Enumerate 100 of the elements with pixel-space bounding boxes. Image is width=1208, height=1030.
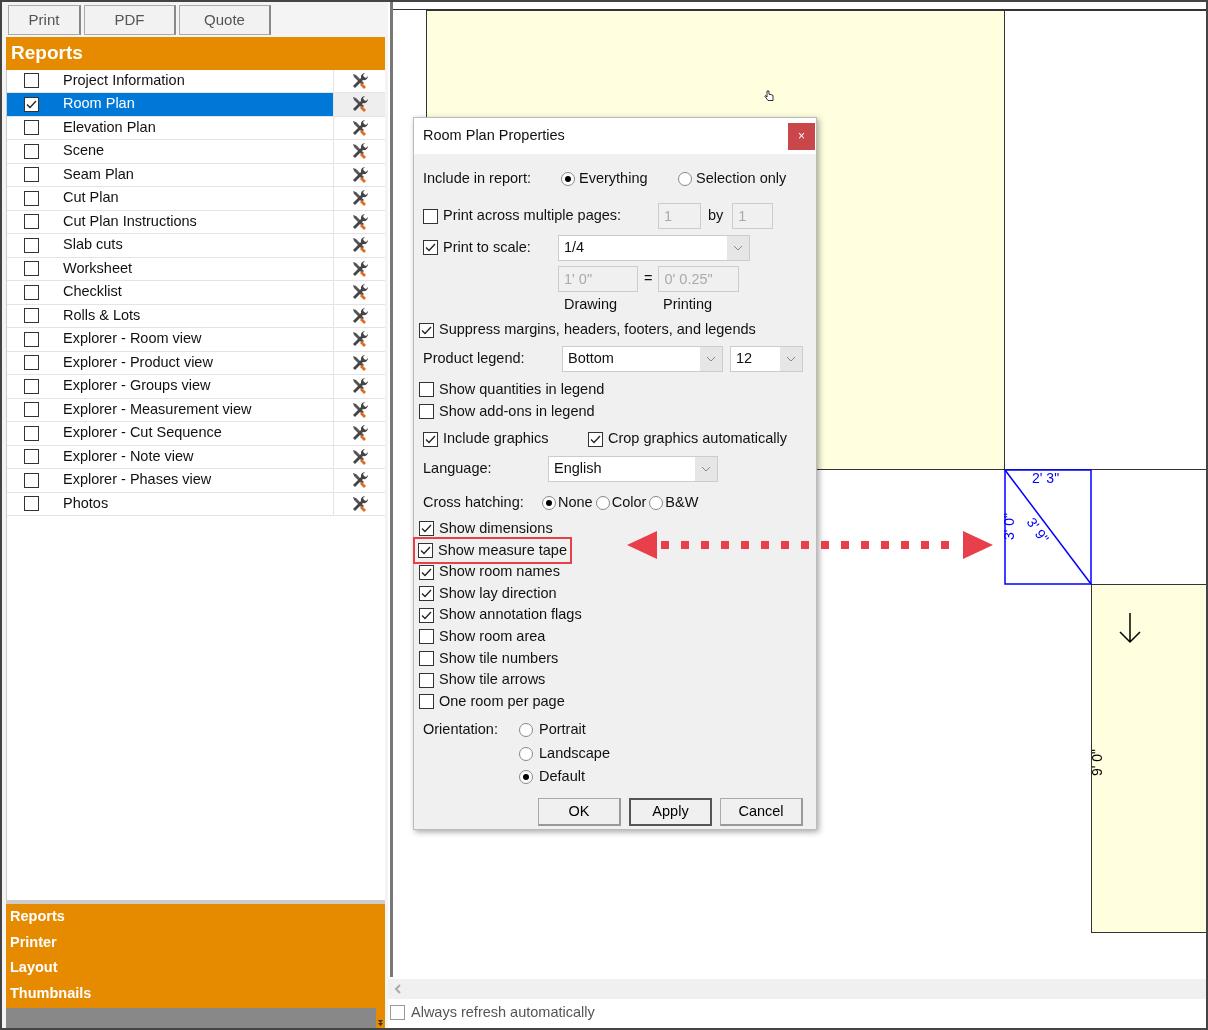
checkbox[interactable] xyxy=(23,284,39,300)
checkbox[interactable] xyxy=(419,651,434,667)
dimension-label: 3' 9" xyxy=(1022,513,1054,548)
checkbox-label: Show dimensions xyxy=(439,519,553,539)
language-dropdown[interactable]: English xyxy=(548,456,718,483)
report-item[interactable]: Worksheet xyxy=(55,257,333,280)
report-item[interactable]: Cut Plan Instructions xyxy=(55,210,333,233)
checkbox[interactable] xyxy=(23,167,39,183)
dimension-label: 2' 3" xyxy=(1032,469,1060,488)
toolbar-button[interactable]: PDF xyxy=(84,5,176,35)
report-item[interactable]: Cut Plan xyxy=(55,187,333,210)
checkbox[interactable] xyxy=(419,607,434,623)
checkbox[interactable] xyxy=(423,208,438,224)
radio-label: Default xyxy=(539,767,585,787)
report-item[interactable]: Photos xyxy=(55,492,333,515)
checkbox-label: Print to scale: xyxy=(443,237,531,257)
radio-button[interactable] xyxy=(595,496,610,511)
report-item[interactable]: Scene xyxy=(55,140,333,163)
checkbox[interactable] xyxy=(23,96,39,112)
checkbox-label: Show room area xyxy=(439,627,546,647)
checkbox[interactable] xyxy=(23,496,39,512)
checkbox[interactable] xyxy=(419,521,434,537)
dialog-button[interactable]: Apply xyxy=(629,798,712,827)
report-item[interactable]: Explorer - Groups view xyxy=(55,375,333,398)
checkbox[interactable] xyxy=(418,543,433,559)
checkbox[interactable] xyxy=(419,694,434,710)
checkbox[interactable] xyxy=(23,331,39,347)
checkbox[interactable] xyxy=(23,308,39,324)
dimension-label: 3' 0" xyxy=(1000,512,1019,541)
radio-label: Color xyxy=(611,493,647,513)
dialog-button[interactable]: OK xyxy=(538,798,621,827)
dialog-title: Room Plan Properties xyxy=(423,126,565,146)
checkbox-label: Print across multiple pages: xyxy=(443,206,622,226)
toolbar-button[interactable]: Quote xyxy=(179,5,271,35)
legend-position-dropdown[interactable]: Bottom xyxy=(562,346,723,372)
checkbox[interactable] xyxy=(23,143,39,159)
checkbox[interactable] xyxy=(23,472,39,488)
report-item[interactable]: Explorer - Cut Sequence xyxy=(55,422,333,445)
report-item[interactable]: Checklist xyxy=(55,281,333,304)
checkbox[interactable] xyxy=(423,240,438,255)
checkbox[interactable] xyxy=(419,629,434,645)
checkbox[interactable] xyxy=(23,425,39,441)
radio-button[interactable] xyxy=(519,770,533,785)
legend-size-dropdown[interactable]: 12 xyxy=(730,346,803,372)
report-item[interactable]: Explorer - Phases view xyxy=(55,469,333,492)
checkbox[interactable] xyxy=(423,431,438,447)
report-item[interactable]: Slab cuts xyxy=(55,234,333,257)
radio-label: Everything xyxy=(579,169,648,189)
checkbox[interactable] xyxy=(23,402,39,418)
checkbox-label: One room per page xyxy=(439,691,565,711)
report-item[interactable]: Explorer - Product view xyxy=(55,351,333,374)
horizontal-scrollbar[interactable] xyxy=(388,979,1206,999)
field-label: Language: xyxy=(423,459,493,479)
radio-button[interactable] xyxy=(678,172,692,186)
checkbox[interactable] xyxy=(23,449,39,465)
checkbox[interactable] xyxy=(23,237,39,253)
checkbox[interactable] xyxy=(23,73,39,89)
dialog-button[interactable]: Cancel xyxy=(720,798,803,827)
checkbox[interactable] xyxy=(419,672,434,688)
radio-label: Landscape xyxy=(539,743,610,763)
field-label: Orientation: xyxy=(423,719,499,739)
toolbar-button[interactable]: Print xyxy=(8,5,81,35)
report-item[interactable]: Rolls & Lots xyxy=(55,304,333,327)
checkbox-label: Include graphics xyxy=(443,429,549,449)
checkbox[interactable] xyxy=(419,403,434,419)
checkbox[interactable] xyxy=(23,214,39,230)
report-item[interactable]: Room Plan xyxy=(55,93,333,116)
checkbox[interactable] xyxy=(419,564,434,580)
checkbox-label: Show quantities in legend xyxy=(439,379,605,399)
checkbox[interactable] xyxy=(419,322,434,338)
report-item[interactable]: Explorer - Room view xyxy=(55,328,333,351)
checkbox[interactable] xyxy=(23,120,39,136)
radio-button[interactable] xyxy=(519,723,533,738)
caption-label: Drawing xyxy=(564,295,619,315)
caption-label: Printing xyxy=(663,295,713,315)
checkbox[interactable] xyxy=(23,190,39,206)
checkbox-label: Show tile arrows xyxy=(439,670,546,690)
radio-button[interactable] xyxy=(561,172,575,186)
report-item[interactable]: Seam Plan xyxy=(55,163,333,186)
checkbox-label: Show add-ons in legend xyxy=(439,401,595,421)
checkbox[interactable] xyxy=(419,382,434,398)
report-item[interactable]: Explorer - Note view xyxy=(55,445,333,468)
checkbox[interactable] xyxy=(23,378,39,394)
report-item[interactable]: Project Information xyxy=(55,69,333,92)
checkbox-label: Always refresh automatically xyxy=(411,1003,595,1022)
close-button[interactable]: × xyxy=(788,122,815,150)
checkbox[interactable] xyxy=(390,1005,405,1021)
report-item[interactable]: Explorer - Measurement view xyxy=(55,398,333,421)
expand-icon[interactable] xyxy=(378,1020,383,1026)
radio-button[interactable] xyxy=(542,496,556,511)
checkbox[interactable] xyxy=(588,431,603,447)
checkbox-label: Show lay direction xyxy=(439,583,557,603)
checkbox[interactable] xyxy=(419,586,434,602)
radio-button[interactable] xyxy=(519,746,533,761)
scale-dropdown[interactable]: 1/4 xyxy=(558,234,750,261)
field-label: Product legend: xyxy=(423,349,526,369)
checkbox[interactable] xyxy=(23,355,39,371)
report-item[interactable]: Elevation Plan xyxy=(55,116,333,139)
radio-button[interactable] xyxy=(649,496,664,511)
checkbox[interactable] xyxy=(23,261,39,277)
